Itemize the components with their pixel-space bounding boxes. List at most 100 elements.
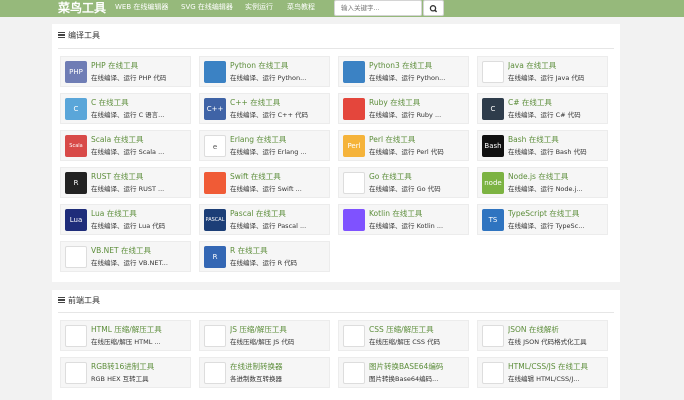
tool-card[interactable]: Python 在线工具 在线编译、运行 Python...: [199, 56, 330, 87]
tool-title[interactable]: Python3 在线工具: [369, 61, 467, 71]
tool-title[interactable]: JS 压缩/解压工具: [230, 325, 328, 335]
tool-title[interactable]: Erlang 在线工具: [230, 135, 328, 145]
tool-title[interactable]: Swift 在线工具: [230, 172, 328, 182]
section-title: 编译工具: [58, 31, 100, 41]
tool-card[interactable]: e Erlang 在线工具 在线编译、运行 Erlang ...: [199, 130, 330, 161]
tool-desc: 在线编译、运行 TypeSc...: [508, 222, 585, 230]
kotlin-icon: [343, 209, 365, 231]
top-navbar: 菜鸟工具 WEB 在线编辑器 SVG 在线编辑器 实例运行 菜鸟教程: [0, 0, 684, 17]
r-icon: R: [204, 246, 226, 268]
site-logo[interactable]: 菜鸟工具: [58, 1, 106, 15]
tool-title[interactable]: Go 在线工具: [369, 172, 467, 182]
tool-card[interactable]: HTML 压缩/解压工具 在线压缩/解压 HTML ...: [60, 320, 191, 351]
tool-title[interactable]: Scala 在线工具: [91, 135, 189, 145]
tool-card[interactable]: Ruby 在线工具 在线编译、运行 Ruby ...: [338, 93, 469, 124]
tool-card[interactable]: Swift 在线工具 在线编译、运行 Swift ...: [199, 167, 330, 198]
tool-title[interactable]: CSS 压缩/解压工具: [369, 325, 467, 335]
tool-card[interactable]: C++ C++ 在线工具 在线编译、运行 C++ 代码: [199, 93, 330, 124]
cpp-icon: C++: [204, 98, 226, 120]
nav-link-examples[interactable]: 实例运行: [245, 2, 273, 13]
swift-icon: [204, 172, 226, 194]
nav-link-tutorial[interactable]: 菜鸟教程: [287, 2, 315, 13]
tool-card[interactable]: R RUST 在线工具 在线编译、运行 RUST ...: [60, 167, 191, 198]
tool-card[interactable]: JS 压缩/解压工具 在线压缩/解压 JS 代码: [199, 320, 330, 351]
tool-desc: 在线编译、运行 R 代码: [230, 259, 298, 267]
tool-desc: 在线编译、运行 C++ 代码: [230, 111, 309, 119]
tool-card[interactable]: Perl Perl 在线工具 在线编译、运行 Perl 代码: [338, 130, 469, 161]
java-icon: [482, 61, 504, 83]
tool-title[interactable]: Ruby 在线工具: [369, 98, 467, 108]
tool-title[interactable]: Kotlin 在线工具: [369, 209, 467, 219]
tool-title[interactable]: C 在线工具: [91, 98, 189, 108]
tool-card[interactable]: Bash Bash 在线工具 在线编译、运行 Bash 代码: [477, 130, 608, 161]
frontend-tools-panel: 前端工具 HTML 压缩/解压工具 在线压缩/解压 HTML ... JS 压缩/解…: [52, 290, 620, 400]
tool-title[interactable]: JSON 在线解析: [508, 325, 606, 335]
tool-title[interactable]: Java 在线工具: [508, 61, 606, 71]
tool-title[interactable]: 图片转换BASE64编码: [369, 362, 467, 372]
tool-title[interactable]: R 在线工具: [230, 246, 328, 256]
section-divider: [58, 312, 614, 313]
tool-title[interactable]: Node.js 在线工具: [508, 172, 606, 182]
tool-title[interactable]: VB.NET 在线工具: [91, 246, 189, 256]
tool-card[interactable]: PASCAL Pascal 在线工具 在线编译、运行 Pascal ...: [199, 204, 330, 235]
tool-title[interactable]: Python 在线工具: [230, 61, 328, 71]
tool-card[interactable]: R R 在线工具 在线编译、运行 R 代码: [199, 241, 330, 272]
js-compress-icon: [204, 325, 226, 347]
base64-icon: [343, 362, 365, 384]
php-icon: PHP: [65, 61, 87, 83]
tool-card[interactable]: 在线进制转换器 各进制数互转换器: [199, 357, 330, 388]
tool-desc: 在线编译、运行 Bash 代码: [508, 148, 587, 156]
tool-desc: 在线编译、运行 Kotlin ...: [369, 222, 444, 230]
tool-card[interactable]: Python3 在线工具 在线编译、运行 Python...: [338, 56, 469, 87]
tool-desc: RGB HEX 互转工具: [91, 375, 149, 383]
tool-card[interactable]: Java 在线工具 在线编译、运行 Java 代码: [477, 56, 608, 87]
tool-desc: 在线编译、运行 C# 代码: [508, 111, 581, 119]
tool-card[interactable]: node Node.js 在线工具 在线编译、运行 Node.j...: [477, 167, 608, 198]
tool-title[interactable]: C# 在线工具: [508, 98, 606, 108]
tool-card[interactable]: VB.NET 在线工具 在线编译、运行 VB.NET...: [60, 241, 191, 272]
tool-card[interactable]: HTML/CSS/JS 在线工具 在线编辑 HTML/CSS/J...: [477, 357, 608, 388]
tool-title[interactable]: Pascal 在线工具: [230, 209, 328, 219]
tool-card[interactable]: C C# 在线工具 在线编译、运行 C# 代码: [477, 93, 608, 124]
search-button[interactable]: [423, 0, 444, 16]
tool-title[interactable]: 在线进制转换器: [230, 362, 328, 372]
tool-title[interactable]: TypeScript 在线工具: [508, 209, 606, 219]
tool-desc: 在线编译、运行 Ruby ...: [369, 111, 442, 119]
nav-link-web-editor[interactable]: WEB 在线编辑器: [115, 2, 168, 13]
tool-desc: 在线 JSON 代码格式化工具: [508, 338, 587, 346]
tool-card[interactable]: JSON 在线解析 在线 JSON 代码格式化工具: [477, 320, 608, 351]
tool-card[interactable]: Scala Scala 在线工具 在线编译、运行 Scala ...: [60, 130, 191, 161]
nav-link-svg-editor[interactable]: SVG 在线编辑器: [181, 2, 233, 13]
tool-title[interactable]: PHP 在线工具: [91, 61, 189, 71]
tool-card[interactable]: TS TypeScript 在线工具 在线编译、运行 TypeSc...: [477, 204, 608, 235]
tool-card[interactable]: Kotlin 在线工具 在线编译、运行 Kotlin ...: [338, 204, 469, 235]
tool-desc: 在线编辑 HTML/CSS/J...: [508, 375, 580, 383]
tool-desc: 在线编译、运行 Perl 代码: [369, 148, 444, 156]
scala-icon: Scala: [65, 135, 87, 157]
tool-title[interactable]: RGB转16进制工具: [91, 362, 189, 372]
tool-desc: 在线压缩/解压 JS 代码: [230, 338, 295, 346]
tool-card[interactable]: C C 在线工具 在线编译、运行 C 语言...: [60, 93, 191, 124]
html-editor-icon: [482, 362, 504, 384]
tool-desc: 在线编译、运行 Swift ...: [230, 185, 302, 193]
search-input[interactable]: [334, 0, 422, 16]
tool-title[interactable]: HTML/CSS/JS 在线工具: [508, 362, 606, 372]
tool-card[interactable]: Go 在线工具 在线编译、运行 Go 代码: [338, 167, 469, 198]
radix-icon: [204, 362, 226, 384]
tool-desc: 在线编译、运行 Go 代码: [369, 185, 441, 193]
tool-title[interactable]: Bash 在线工具: [508, 135, 606, 145]
tool-title[interactable]: Lua 在线工具: [91, 209, 189, 219]
rust-icon: R: [65, 172, 87, 194]
tool-card[interactable]: 图片转换BASE64编码 图片转换Base64编码...: [338, 357, 469, 388]
tool-title[interactable]: C++ 在线工具: [230, 98, 328, 108]
tool-card[interactable]: Lua Lua 在线工具 在线编译、运行 Lua 代码: [60, 204, 191, 235]
tool-card[interactable]: RGB转16进制工具 RGB HEX 互转工具: [60, 357, 191, 388]
section-title-text: 前端工具: [68, 296, 100, 305]
tool-desc: 各进制数互转换器: [230, 375, 282, 383]
tool-card[interactable]: CSS 压缩/解压工具 在线压缩/解压 CSS 代码: [338, 320, 469, 351]
tool-title[interactable]: Perl 在线工具: [369, 135, 467, 145]
tool-card[interactable]: PHP PHP 在线工具 在线编译、运行 PHP 代码: [60, 56, 191, 87]
tool-desc: 在线编译、运行 Python...: [230, 74, 307, 82]
tool-title[interactable]: RUST 在线工具: [91, 172, 189, 182]
tool-title[interactable]: HTML 压缩/解压工具: [91, 325, 189, 335]
